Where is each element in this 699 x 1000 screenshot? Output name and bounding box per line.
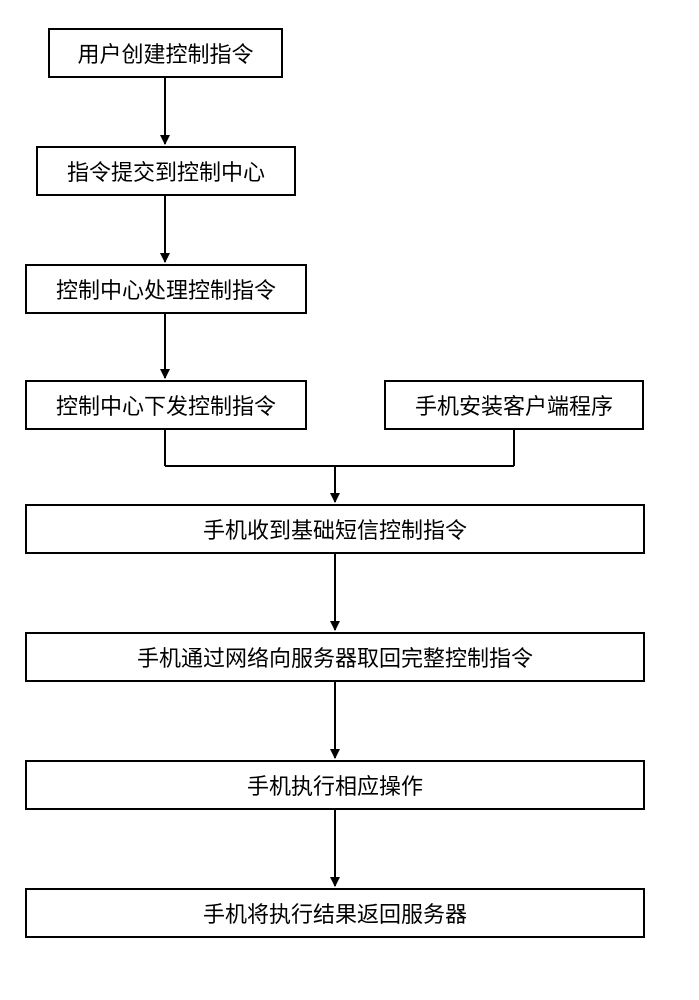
step-label: 指令提交到控制中心 bbox=[67, 155, 265, 187]
step-user-create-command: 用户创建控制指令 bbox=[48, 28, 283, 78]
step-phone-receive-sms: 手机收到基础短信控制指令 bbox=[25, 504, 645, 554]
step-phone-execute: 手机执行相应操作 bbox=[25, 760, 645, 810]
step-label: 手机将执行结果返回服务器 bbox=[203, 897, 467, 929]
step-label: 用户创建控制指令 bbox=[77, 37, 253, 69]
step-label: 控制中心下发控制指令 bbox=[56, 389, 276, 421]
step-label: 手机收到基础短信控制指令 bbox=[203, 513, 467, 545]
step-label: 手机通过网络向服务器取回完整控制指令 bbox=[137, 641, 533, 673]
step-label: 手机安装客户端程序 bbox=[415, 389, 613, 421]
step-submit-to-control-center: 指令提交到控制中心 bbox=[36, 146, 296, 196]
step-phone-install-client: 手机安装客户端程序 bbox=[384, 380, 644, 430]
step-control-center-process: 控制中心处理控制指令 bbox=[25, 264, 307, 314]
step-label: 控制中心处理控制指令 bbox=[56, 273, 276, 305]
step-phone-fetch-full-command: 手机通过网络向服务器取回完整控制指令 bbox=[25, 632, 645, 682]
step-label: 手机执行相应操作 bbox=[247, 769, 423, 801]
step-control-center-issue: 控制中心下发控制指令 bbox=[25, 380, 307, 430]
step-phone-return-result: 手机将执行结果返回服务器 bbox=[25, 888, 645, 938]
